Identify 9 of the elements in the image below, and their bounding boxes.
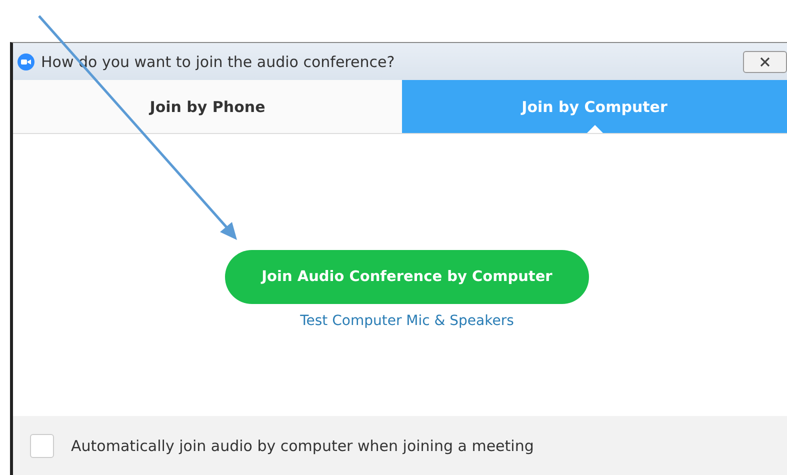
checkbox-label: Automatically join audio by computer when joining a meeting [71, 437, 534, 455]
join-audio-button[interactable]: Join Audio Conference by Computer [225, 250, 589, 304]
test-link[interactable]: Test Computer Mic & Speakers [300, 313, 514, 329]
close-button[interactable] [743, 50, 787, 72]
camera-icon [17, 52, 35, 70]
checkbox[interactable] [30, 434, 54, 458]
tab[interactable]: Join by Phone [13, 80, 402, 133]
tab[interactable]: Join by Computer [402, 80, 787, 133]
close-icon [758, 56, 772, 66]
